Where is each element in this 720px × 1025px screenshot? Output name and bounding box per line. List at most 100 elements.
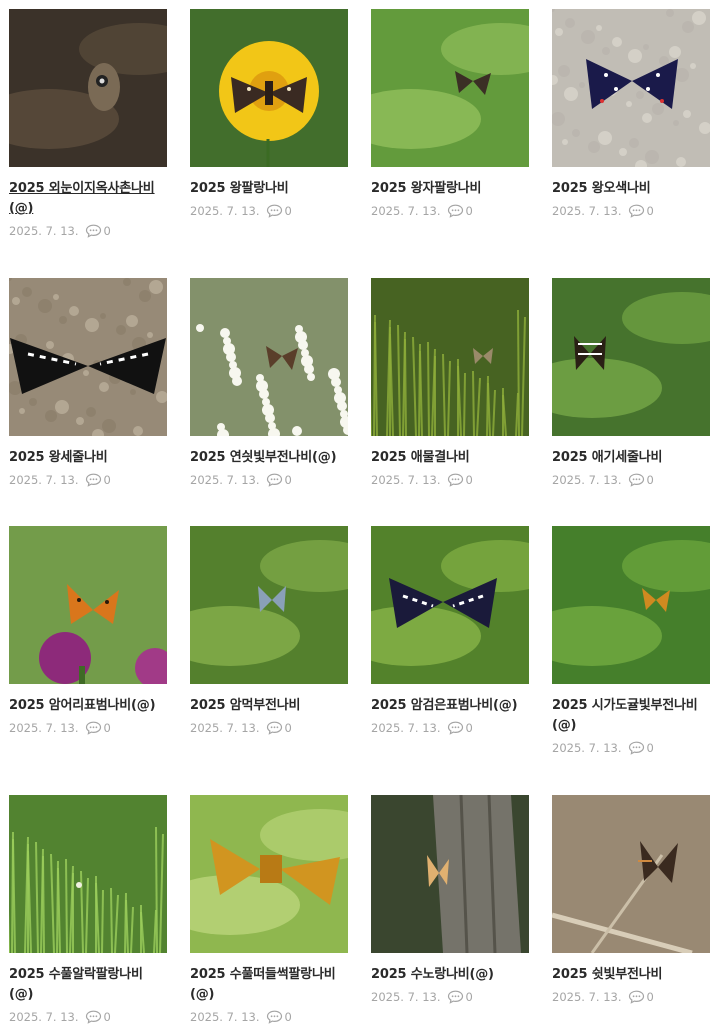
comment-count[interactable]: 0	[628, 990, 654, 1004]
comment-count[interactable]: 0	[628, 473, 654, 487]
post-card[interactable]: 2025 암먹부전나비 2025. 7. 13. 0	[190, 526, 348, 795]
comment-icon	[266, 1010, 282, 1024]
post-title[interactable]: 2025 왕자팔랑나비	[371, 179, 529, 199]
post-title[interactable]: 2025 쉿빛부전나비	[552, 965, 710, 985]
post-title[interactable]: 2025 왕오색나비	[552, 179, 710, 199]
post-thumbnail[interactable]	[552, 526, 710, 684]
comment-count[interactable]: 0	[85, 721, 111, 735]
post-card[interactable]: 2025 왕자팔랑나비 2025. 7. 13. 0	[371, 9, 529, 278]
comment-count[interactable]: 0	[447, 721, 473, 735]
post-card[interactable]: 2025 애물결나비 2025. 7. 13. 0	[371, 278, 529, 526]
post-thumbnail[interactable]	[371, 9, 529, 167]
post-grid: 2025 외눈이지옥사촌나비(@) 2025. 7. 13. 0 2025 왕팔…	[9, 9, 710, 1025]
post-thumbnail[interactable]	[9, 278, 167, 436]
post-title[interactable]: 2025 암어리표범나비(@)	[9, 696, 167, 716]
comment-count[interactable]: 0	[266, 204, 292, 218]
comment-count[interactable]: 0	[628, 204, 654, 218]
comment-count-value: 0	[465, 473, 473, 487]
comment-count-value: 0	[465, 721, 473, 735]
post-card[interactable]: 2025 외눈이지옥사촌나비(@) 2025. 7. 13. 0	[9, 9, 167, 278]
comment-icon	[85, 473, 101, 487]
post-title[interactable]: 2025 왕팔랑나비	[190, 179, 348, 199]
post-title[interactable]: 2025 연싓빛부전나비(@)	[190, 448, 348, 468]
post-thumbnail[interactable]	[190, 9, 348, 167]
comment-count[interactable]: 0	[85, 473, 111, 487]
post-date: 2025. 7. 13.	[552, 990, 622, 1004]
comment-icon	[447, 204, 463, 218]
post-thumbnail[interactable]	[190, 795, 348, 953]
post-card[interactable]: 2025 시가도귤빛부전나비(@) 2025. 7. 13. 0	[552, 526, 710, 795]
comment-count[interactable]: 0	[628, 741, 654, 755]
post-title[interactable]: 2025 수풀떠들썩팔랑나비(@)	[190, 965, 348, 1005]
post-thumbnail[interactable]	[190, 526, 348, 684]
comment-count[interactable]: 0	[266, 473, 292, 487]
post-date: 2025. 7. 13.	[552, 741, 622, 755]
post-meta: 2025. 7. 13. 0	[9, 473, 167, 487]
comment-count[interactable]: 0	[266, 721, 292, 735]
comment-count[interactable]: 0	[266, 1010, 292, 1024]
post-thumbnail[interactable]	[552, 9, 710, 167]
post-title[interactable]: 2025 왕세줄나비	[9, 448, 167, 468]
comment-count[interactable]: 0	[447, 473, 473, 487]
comment-count-value: 0	[103, 473, 111, 487]
post-date: 2025. 7. 13.	[9, 224, 79, 238]
post-card[interactable]: 2025 수노랑나비(@) 2025. 7. 13. 0	[371, 795, 529, 1025]
comment-count-value: 0	[646, 473, 654, 487]
post-thumbnail[interactable]	[9, 795, 167, 953]
post-thumbnail[interactable]	[371, 526, 529, 684]
post-title[interactable]: 2025 수풀알락팔랑나비(@)	[9, 965, 167, 1005]
comment-count[interactable]: 0	[447, 204, 473, 218]
post-thumbnail[interactable]	[9, 9, 167, 167]
post-meta: 2025. 7. 13. 0	[9, 224, 167, 238]
post-date: 2025. 7. 13.	[9, 1010, 79, 1024]
post-thumbnail[interactable]	[552, 278, 710, 436]
post-meta: 2025. 7. 13. 0	[9, 1010, 167, 1024]
comment-icon	[85, 1010, 101, 1024]
post-meta: 2025. 7. 13. 0	[190, 473, 348, 487]
post-title[interactable]: 2025 외눈이지옥사촌나비(@)	[9, 179, 167, 219]
post-date: 2025. 7. 13.	[552, 204, 622, 218]
post-card[interactable]: 2025 왕오색나비 2025. 7. 13. 0	[552, 9, 710, 278]
post-meta: 2025. 7. 13. 0	[9, 721, 167, 735]
comment-count[interactable]: 0	[85, 224, 111, 238]
post-meta: 2025. 7. 13. 0	[371, 473, 529, 487]
post-title[interactable]: 2025 수노랑나비(@)	[371, 965, 529, 985]
comment-icon	[628, 473, 644, 487]
post-thumbnail[interactable]	[9, 526, 167, 684]
comment-icon	[85, 224, 101, 238]
comment-icon	[266, 473, 282, 487]
post-card[interactable]: 2025 쉿빛부전나비 2025. 7. 13. 0	[552, 795, 710, 1025]
post-card[interactable]: 2025 애기세줄나비 2025. 7. 13. 0	[552, 278, 710, 526]
comment-count-value: 0	[284, 721, 292, 735]
post-date: 2025. 7. 13.	[371, 990, 441, 1004]
comment-count[interactable]: 0	[85, 1010, 111, 1024]
post-card[interactable]: 2025 암어리표범나비(@) 2025. 7. 13. 0	[9, 526, 167, 795]
comment-count-value: 0	[646, 204, 654, 218]
post-card[interactable]: 2025 수풀알락팔랑나비(@) 2025. 7. 13. 0	[9, 795, 167, 1025]
post-card[interactable]: 2025 수풀떠들썩팔랑나비(@) 2025. 7. 13. 0	[190, 795, 348, 1025]
comment-count-value: 0	[103, 721, 111, 735]
post-thumbnail[interactable]	[371, 278, 529, 436]
post-title[interactable]: 2025 시가도귤빛부전나비(@)	[552, 696, 710, 736]
post-title[interactable]: 2025 암검은표범나비(@)	[371, 696, 529, 716]
post-thumbnail[interactable]	[371, 795, 529, 953]
post-meta: 2025. 7. 13. 0	[552, 204, 710, 218]
comment-count[interactable]: 0	[447, 990, 473, 1004]
post-thumbnail[interactable]	[190, 278, 348, 436]
comment-count-value: 0	[465, 990, 473, 1004]
post-date: 2025. 7. 13.	[190, 1010, 260, 1024]
post-card[interactable]: 2025 왕세줄나비 2025. 7. 13. 0	[9, 278, 167, 526]
post-date: 2025. 7. 13.	[371, 204, 441, 218]
post-meta: 2025. 7. 13. 0	[190, 204, 348, 218]
post-card[interactable]: 2025 연싓빛부전나비(@) 2025. 7. 13. 0	[190, 278, 348, 526]
post-title[interactable]: 2025 애물결나비	[371, 448, 529, 468]
post-card[interactable]: 2025 암검은표범나비(@) 2025. 7. 13. 0	[371, 526, 529, 795]
comment-icon	[447, 990, 463, 1004]
post-date: 2025. 7. 13.	[9, 473, 79, 487]
comment-icon	[266, 721, 282, 735]
comment-icon	[85, 721, 101, 735]
post-card[interactable]: 2025 왕팔랑나비 2025. 7. 13. 0	[190, 9, 348, 278]
post-title[interactable]: 2025 암먹부전나비	[190, 696, 348, 716]
post-thumbnail[interactable]	[552, 795, 710, 953]
post-title[interactable]: 2025 애기세줄나비	[552, 448, 710, 468]
